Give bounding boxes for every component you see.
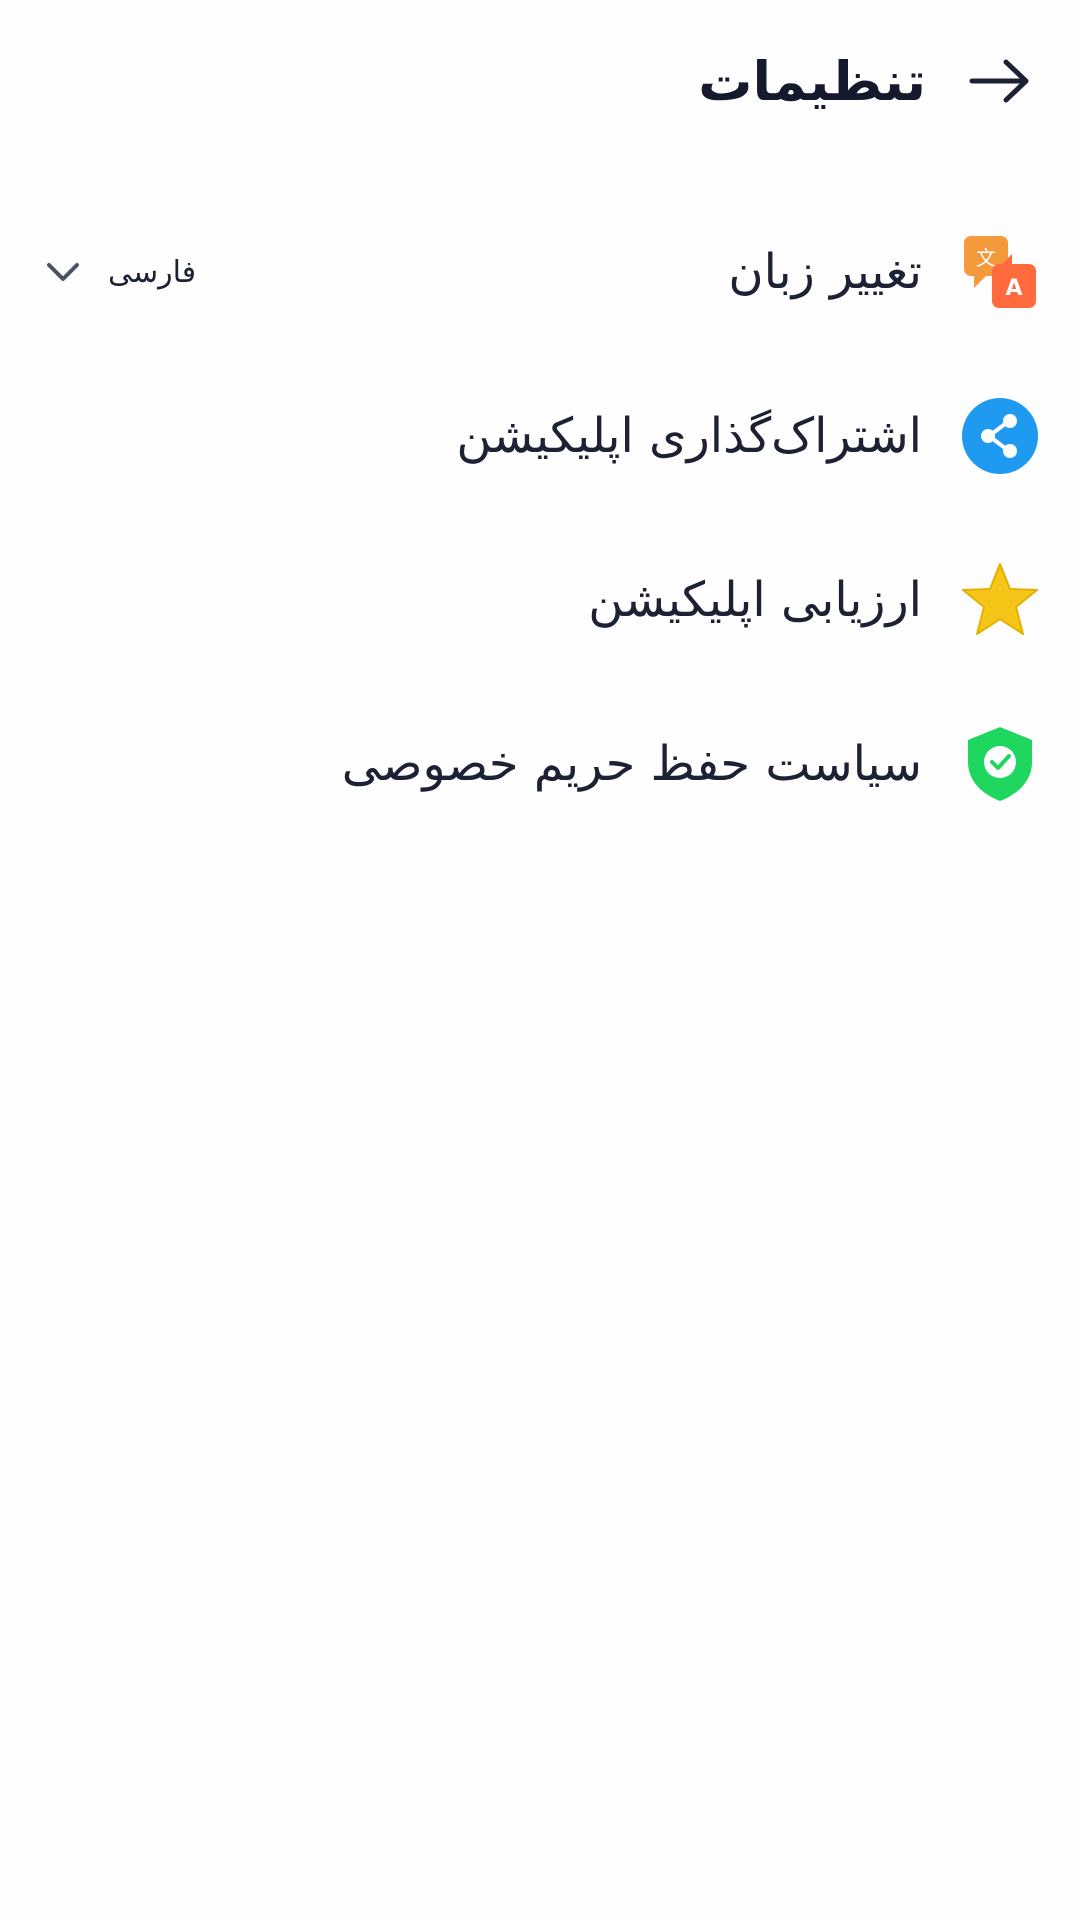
settings-item-label: تغییر زبان bbox=[728, 244, 922, 300]
settings-item-rate[interactable]: ارزیابی اپلیکیشن bbox=[40, 518, 1040, 682]
chevron-down-icon bbox=[46, 261, 80, 283]
language-value: فارسی bbox=[108, 254, 197, 290]
settings-item-share[interactable]: اشتراک‌گذاری اپلیکیشن bbox=[40, 354, 1040, 518]
shield-check-icon bbox=[960, 724, 1040, 804]
svg-text:A: A bbox=[1005, 276, 1022, 301]
settings-screen: تنظیمات 文 A تغییر زبان فارسی bbox=[0, 0, 1080, 1920]
star-icon bbox=[960, 560, 1040, 640]
arrow-right-icon bbox=[969, 59, 1029, 103]
settings-item-label: سیاست حفظ حریم خصوصی bbox=[341, 736, 922, 792]
share-icon bbox=[960, 396, 1040, 476]
translate-icon: 文 A bbox=[960, 232, 1040, 312]
svg-text:文: 文 bbox=[976, 246, 996, 270]
settings-list: 文 A تغییر زبان فارسی bbox=[40, 190, 1040, 846]
language-dropdown[interactable]: فارسی bbox=[40, 245, 202, 300]
back-button[interactable] bbox=[960, 41, 1040, 121]
settings-item-label: ارزیابی اپلیکیشن bbox=[588, 572, 922, 628]
settings-item-privacy[interactable]: سیاست حفظ حریم خصوصی bbox=[40, 682, 1040, 846]
settings-item-language[interactable]: 文 A تغییر زبان فارسی bbox=[40, 190, 1040, 354]
header: تنظیمات bbox=[40, 36, 1040, 126]
settings-item-label: اشتراک‌گذاری اپلیکیشن bbox=[456, 408, 922, 464]
page-title: تنظیمات bbox=[698, 49, 926, 113]
